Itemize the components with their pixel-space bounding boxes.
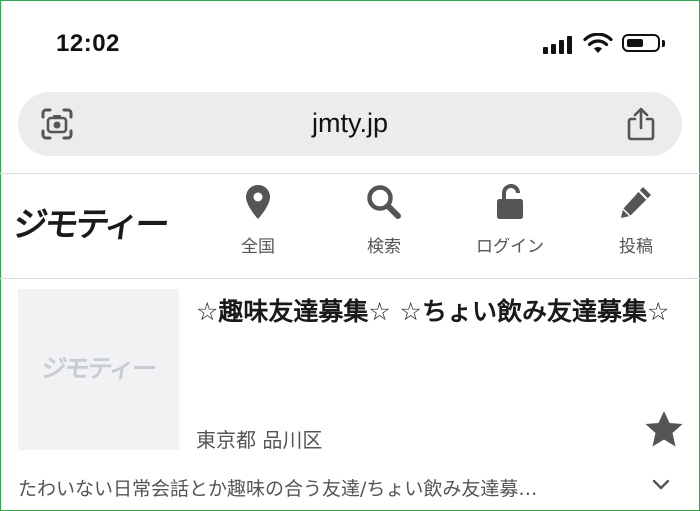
chevron-down-icon[interactable] xyxy=(651,478,671,492)
listing-description: たわいない日常会話とか趣味の合う友達/ちょい飲み友達募… xyxy=(18,478,538,500)
search-icon xyxy=(367,185,401,219)
nav-label-search: 検索 xyxy=(367,237,401,257)
divider xyxy=(0,278,700,279)
listing-thumbnail[interactable]: ジモティー xyxy=(18,289,179,450)
battery-cap xyxy=(662,40,665,47)
nav-item-nationwide[interactable]: 全国 xyxy=(198,184,318,268)
nav-label-post: 投稿 xyxy=(619,237,653,257)
wifi-icon xyxy=(583,33,613,53)
nav-item-search[interactable]: 検索 xyxy=(324,184,444,268)
unlock-icon xyxy=(497,184,523,219)
nav-item-post[interactable]: 投稿 xyxy=(576,184,696,268)
star-icon[interactable] xyxy=(644,410,684,448)
thumbnail-placeholder-logo: ジモティー xyxy=(39,354,158,383)
cellular-signal-icon xyxy=(543,36,575,54)
url-text: jmty.jp xyxy=(311,108,388,138)
share-icon[interactable] xyxy=(624,106,658,142)
listing-title[interactable]: ☆趣味友達募集☆ ☆ちょい飲み友達募集☆ xyxy=(196,293,691,331)
nav-label-login: ログイン xyxy=(476,237,544,257)
divider xyxy=(0,173,700,174)
listing-location: 東京都 品川区 xyxy=(196,428,323,452)
status-time: 12:02 xyxy=(56,30,120,57)
pencil-icon xyxy=(621,187,651,218)
nav-item-login[interactable]: ログイン xyxy=(450,184,570,268)
nav-label-nationwide: 全国 xyxy=(241,237,275,257)
location-pin-icon xyxy=(246,185,270,219)
battery-icon xyxy=(622,34,660,52)
address-bar[interactable]: jmty.jp xyxy=(18,92,682,156)
site-logo[interactable]: ジモティー xyxy=(11,197,171,246)
